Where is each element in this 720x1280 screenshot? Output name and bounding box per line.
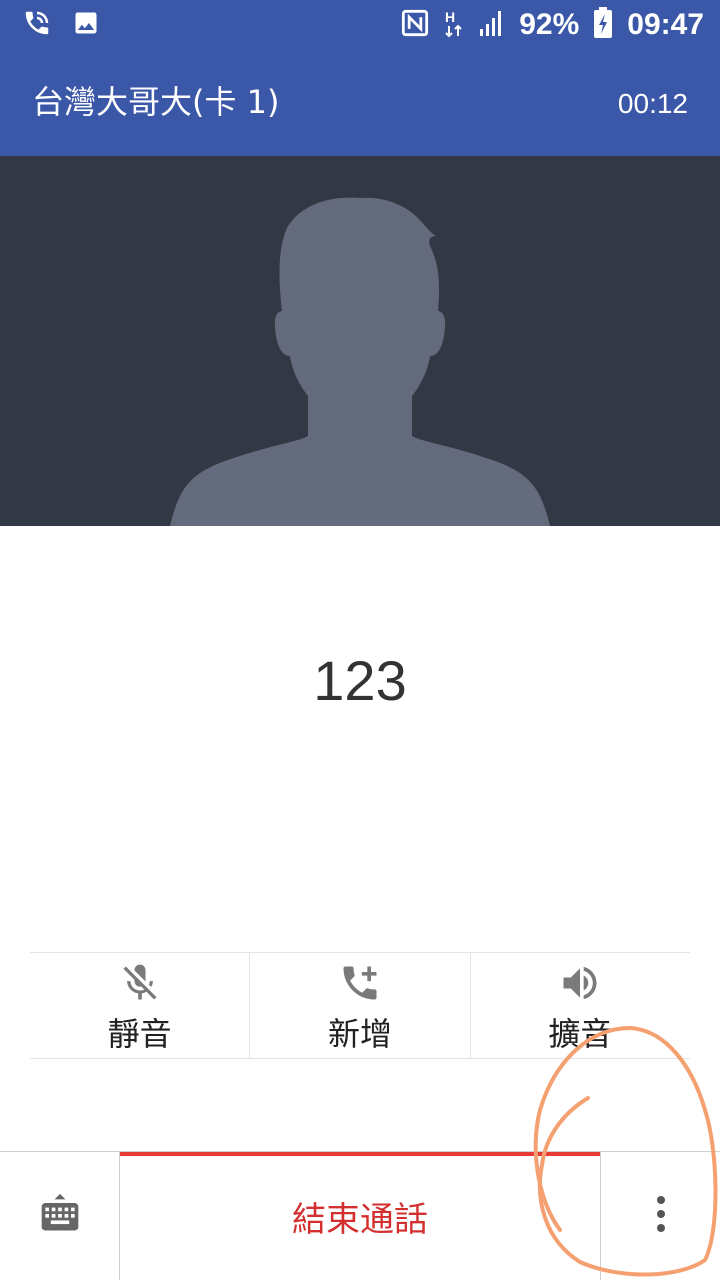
- status-bar: H 92% 09:47: [0, 0, 720, 50]
- dialpad-button[interactable]: [0, 1152, 120, 1280]
- add-call-icon: [338, 961, 382, 1009]
- mute-label: 靜音: [107, 1015, 172, 1053]
- phone-call-icon: [22, 8, 52, 42]
- call-actions: 靜音 新增 擴音: [30, 952, 690, 1059]
- clock: 09:47: [627, 8, 704, 41]
- nfc-icon: [401, 9, 429, 41]
- phone-number: 123: [313, 649, 407, 712]
- mute-button[interactable]: 靜音: [30, 953, 251, 1058]
- speaker-label: 擴音: [548, 1015, 613, 1053]
- image-icon: [72, 9, 100, 41]
- contact-photo: [0, 156, 720, 526]
- speaker-icon: [558, 961, 602, 1009]
- mic-off-icon: [118, 961, 162, 1009]
- call-duration: 00:12: [617, 88, 688, 119]
- h-plus-data-icon: H: [443, 8, 465, 42]
- add-call-label: 新增: [327, 1015, 392, 1053]
- end-call-label: 結束通話: [292, 1199, 428, 1240]
- carrier-label: 台灣大哥大(卡 1): [32, 83, 280, 121]
- signal-icon: [479, 9, 505, 41]
- svg-text:H: H: [445, 9, 455, 25]
- more-options-button[interactable]: [601, 1152, 720, 1280]
- more-vert-icon: [655, 1194, 667, 1238]
- add-call-button[interactable]: 新增: [250, 953, 471, 1058]
- speaker-button[interactable]: 擴音: [471, 953, 690, 1058]
- battery-percent: 92%: [519, 8, 580, 41]
- end-call-button[interactable]: 結束通話: [120, 1152, 601, 1280]
- battery-charging-icon: [593, 7, 613, 43]
- bottom-bar: 結束通話: [0, 1151, 720, 1280]
- person-silhouette-icon: [170, 197, 550, 526]
- call-header: 台灣大哥大(卡 1) 00:12: [0, 50, 720, 156]
- keyboard-icon: [38, 1192, 82, 1240]
